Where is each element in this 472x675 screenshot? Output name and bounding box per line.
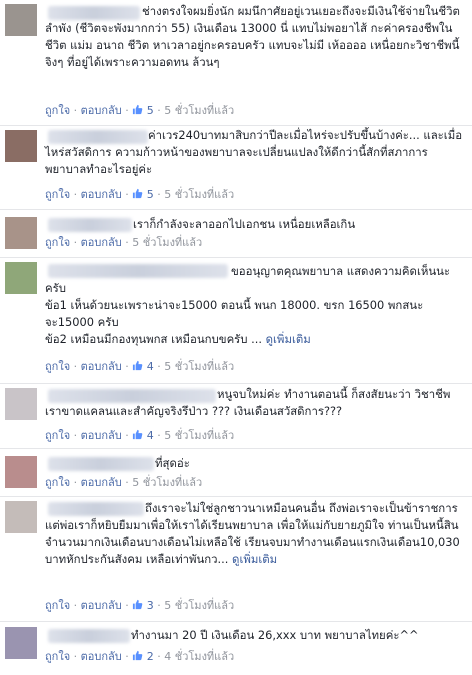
like-count[interactable]: 2 [132, 650, 154, 663]
timestamp[interactable]: 5 ชั่วโมงที่แล้ว [164, 599, 234, 612]
like-link[interactable]: ถูกใจ [45, 236, 70, 249]
reply-link[interactable]: ตอบกลับ [81, 188, 122, 201]
comment-actions: ถูกใจ · ตอบกลับ · 5 ชั่วโมงที่แล้ว [45, 476, 203, 489]
like-link[interactable]: ถูกใจ [45, 360, 70, 373]
comment-text: หนูจบใหม่ค่ะ ทำงานตอนนี้ ก็สงสัยนะว่า วิ… [45, 387, 451, 418]
avatar[interactable] [5, 456, 37, 488]
thumbs-up-icon [133, 599, 143, 610]
like-link[interactable]: ถูกใจ [45, 599, 70, 612]
like-link[interactable]: ถูกใจ [45, 429, 70, 442]
comment-actions: ถูกใจ · ตอบกลับ · 5 ชั่วโมงที่แล้ว [45, 236, 203, 249]
timestamp[interactable]: 5 ชั่วโมงที่แล้ว [164, 429, 234, 442]
avatar[interactable] [5, 217, 37, 249]
see-more-link[interactable]: ดูเพิ่มเติม [266, 332, 311, 346]
avatar[interactable] [5, 130, 37, 162]
avatar[interactable] [5, 627, 37, 659]
timestamp[interactable]: 5 ชั่วโมงที่แล้ว [164, 360, 234, 373]
comment-text: ค่าเวร240บาทมาสิบกว่าปีละเมื่อไหร่จะปรับ… [45, 128, 463, 176]
timestamp[interactable]: 4 ชั่วโมงที่แล้ว [164, 650, 234, 663]
reply-link[interactable]: ตอบกลับ [81, 104, 122, 117]
comment-actions: ถูกใจ · ตอบกลับ · 4 · 5 ชั่วโมงที่แล้ว [45, 360, 235, 373]
see-more-link[interactable]: ดูเพิ่มเติม [232, 552, 277, 566]
timestamp[interactable]: 5 ชั่วโมงที่แล้ว [132, 476, 202, 489]
comment-8: ทำงานมา 20 ปี เงินเดือน 26,xxx บาท พยาบา… [0, 621, 472, 675]
comment-2: ค่าเวร240บาทมาสิบกว่าปีละเมื่อไหร่จะปรับ… [0, 125, 472, 210]
like-link[interactable]: ถูกใจ [45, 188, 70, 201]
reply-link[interactable]: ตอบกลับ [81, 429, 122, 442]
comment-actions: ถูกใจ · ตอบกลับ · 4 · 5 ชั่วโมงที่แล้ว [45, 429, 235, 442]
like-link[interactable]: ถูกใจ [45, 476, 70, 489]
thumbs-up-icon [133, 104, 143, 115]
comment-3: เราก็กำลังจะลาออกไปเอกชน เหนื่อยเหลือเกิ… [0, 209, 472, 258]
comment-4: ขออนุญาตคุณพยาบาล แสดงความคิดเห็นนะครับ … [0, 257, 472, 384]
comment-text: ทำงานมา 20 ปี เงินเดือน 26,xxx บาท พยาบา… [131, 628, 419, 642]
comment-text: ถึงเราจะไม่ใช่ลูกชาวนาเหมือนคนอื่น ถึงพ่… [45, 501, 464, 566]
comment-actions: ถูกใจ · ตอบกลับ · 5 · 5 ชั่วโมงที่แล้ว [45, 104, 235, 117]
reply-link[interactable]: ตอบกลับ [81, 650, 122, 663]
like-link[interactable]: ถูกใจ [45, 104, 70, 117]
like-count[interactable]: 5 [132, 104, 154, 117]
comment-text: ขออนุญาตคุณพยาบาล แสดงความคิดเห็นนะครับ … [45, 264, 451, 346]
avatar[interactable] [5, 388, 37, 420]
comment-6: ที่สุดอ่ะ ถูกใจ · ตอบกลับ · 5 ชั่วโมงที่… [0, 448, 472, 497]
like-count[interactable]: 4 [132, 429, 154, 442]
reply-link[interactable]: ตอบกลับ [81, 360, 122, 373]
reply-link[interactable]: ตอบกลับ [81, 476, 122, 489]
like-link[interactable]: ถูกใจ [45, 650, 70, 663]
avatar[interactable] [5, 4, 37, 36]
comment-text: เราก็กำลังจะลาออกไปเอกชน เหนื่อยเหลือเกิ… [133, 217, 356, 231]
reply-link[interactable]: ตอบกลับ [81, 236, 122, 249]
comment-text: ที่สุดอ่ะ [155, 456, 190, 470]
comment-1: ช่างตรงใจผมยิ่งนัก ผมนึกาศัยอยู่เวนเยอะถ… [0, 0, 472, 125]
like-count[interactable]: 5 [132, 188, 154, 201]
like-count[interactable]: 3 [132, 599, 154, 612]
thumbs-up-icon [133, 188, 143, 199]
avatar[interactable] [5, 262, 37, 294]
timestamp[interactable]: 5 ชั่วโมงที่แล้ว [132, 236, 202, 249]
thumbs-up-icon [133, 360, 143, 371]
comment-5: หนูจบใหม่ค่ะ ทำงานตอนนี้ ก็สงสัยนะว่า วิ… [0, 383, 472, 449]
like-count[interactable]: 4 [132, 360, 154, 373]
thumbs-up-icon [133, 429, 143, 440]
thumbs-up-icon [133, 650, 143, 661]
reply-link[interactable]: ตอบกลับ [81, 599, 122, 612]
comment-actions: ถูกใจ · ตอบกลับ · 2 · 4 ชั่วโมงที่แล้ว [45, 650, 235, 663]
comment-7: ถึงเราจะไม่ใช่ลูกชาวนาเหมือนคนอื่น ถึงพ่… [0, 496, 472, 622]
avatar[interactable] [5, 501, 37, 533]
comment-actions: ถูกใจ · ตอบกลับ · 3 · 5 ชั่วโมงที่แล้ว [45, 599, 235, 612]
timestamp[interactable]: 5 ชั่วโมงที่แล้ว [164, 188, 234, 201]
timestamp[interactable]: 5 ชั่วโมงที่แล้ว [164, 104, 234, 117]
comment-actions: ถูกใจ · ตอบกลับ · 5 · 5 ชั่วโมงที่แล้ว [45, 188, 235, 201]
comment-text: ช่างตรงใจผมยิ่งนัก ผมนึกาศัยอยู่เวนเยอะถ… [45, 4, 464, 69]
